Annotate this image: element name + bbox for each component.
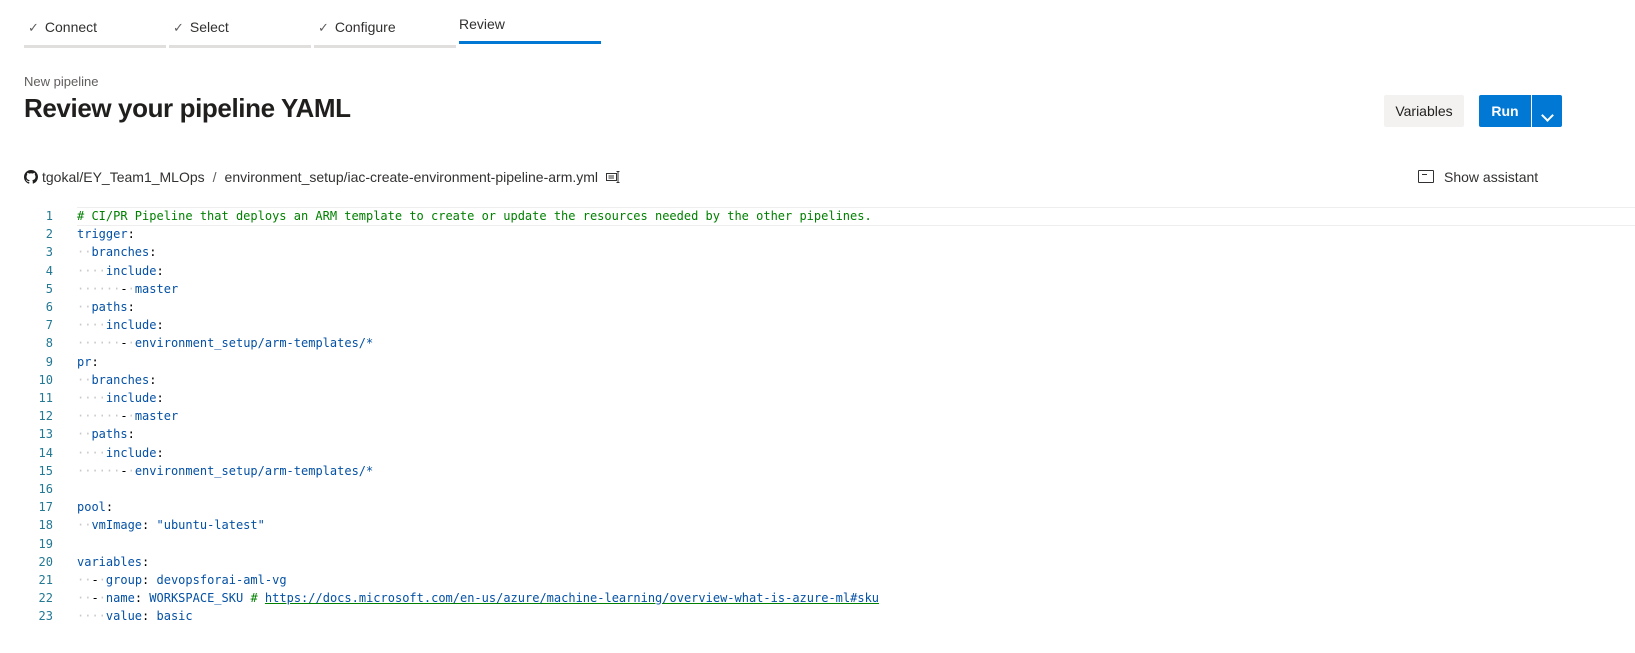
- code-text: ··paths:: [77, 300, 135, 314]
- line-number: 16: [38, 482, 53, 496]
- step-progress-bar: [459, 41, 601, 44]
- show-assistant-button[interactable]: Show assistant: [1418, 169, 1538, 185]
- line-number: 7: [45, 318, 53, 333]
- code-text: ····include:: [77, 391, 164, 405]
- step-review[interactable]: Review: [459, 0, 601, 48]
- step-progress-bar: [169, 45, 311, 48]
- line-number: 23: [38, 609, 53, 624]
- chevron-down-icon: [1540, 109, 1554, 122]
- file-path-bar: tgokal/EY_Team1_MLOps / environment_setup/…: [24, 169, 620, 189]
- checkmark-icon: ✓: [28, 20, 39, 35]
- code-text: ······-·master: [77, 409, 179, 424]
- code-text: ··branches:: [77, 372, 157, 387]
- code-line[interactable]: 5 ······-·master: [0, 280, 1635, 298]
- page-title: Review your pipeline YAML: [24, 93, 351, 123]
- page-subtitle: New pipeline: [24, 74, 99, 89]
- line-number: 13: [38, 427, 53, 442]
- step-label: Review: [459, 16, 505, 32]
- code-line[interactable]: 15 ······-·environment_setup/arm-template…: [0, 462, 1635, 480]
- code-line[interactable]: 7 ····include:: [0, 316, 1635, 334]
- code-line[interactable]: 4 ····include:: [0, 262, 1635, 280]
- code-line[interactable]: 23 ····value: basic: [0, 607, 1635, 625]
- show-assistant-label: Show assistant: [1444, 169, 1539, 185]
- code-line[interactable]: 13 ··paths:: [0, 425, 1635, 443]
- code-text: pool:: [77, 500, 114, 515]
- code-line[interactable]: 17 pool:: [0, 498, 1635, 516]
- code-line[interactable]: 2 trigger:: [0, 225, 1635, 243]
- code-line[interactable]: 20 variables:: [0, 553, 1635, 571]
- step-progress-bar: [314, 45, 456, 48]
- code-line[interactable]: 9 pr:: [0, 353, 1635, 371]
- code-text: ··-·group: devopsforai-aml-vg: [77, 573, 287, 587]
- line-number: 10: [38, 372, 53, 387]
- code-text: trigger:: [77, 227, 135, 242]
- line-number: 9: [45, 354, 53, 369]
- code-text: ····include:: [77, 263, 164, 278]
- step-progress-bar: [24, 45, 166, 48]
- code-text: ··branches:: [77, 245, 157, 260]
- code-text: ······-·master: [77, 281, 179, 296]
- code-line[interactable]: 19: [0, 535, 1635, 553]
- code-text: variables:: [77, 554, 150, 569]
- line-number: 21: [38, 573, 53, 587]
- step-label: Connect: [44, 19, 98, 35]
- file-path: environment_setup/iac-create-environment…: [224, 169, 599, 185]
- line-number: 17: [38, 500, 53, 515]
- code-line[interactable]: 10 ··branches:: [0, 371, 1635, 389]
- line-number: 2: [45, 227, 53, 242]
- step-select[interactable]: ✓ Select: [169, 0, 311, 48]
- code-text: ··vmImage: "ubuntu-latest": [77, 518, 265, 533]
- line-number: 8: [45, 336, 53, 351]
- line-number: 22: [38, 591, 53, 606]
- code-line[interactable]: 22 ··-·name: WORKSPACE_SKU # https://docs…: [0, 589, 1635, 607]
- code-line[interactable]: 16: [0, 480, 1635, 498]
- variables-button[interactable]: Variables: [1384, 95, 1464, 127]
- code-line[interactable]: 14 ····include:: [0, 444, 1635, 462]
- code-text: ··paths:: [77, 427, 135, 442]
- step-connect[interactable]: ✓ Connect: [24, 0, 166, 48]
- step-label: Select: [189, 19, 229, 35]
- line-number: 15: [38, 463, 53, 478]
- line-number: 3: [45, 245, 53, 260]
- code-text: pr:: [77, 354, 99, 369]
- step-label: Configure: [334, 19, 396, 35]
- step-configure[interactable]: ✓ Configure: [314, 0, 456, 48]
- checkmark-icon: ✓: [173, 20, 184, 35]
- code-line[interactable]: 6 ··paths:: [0, 298, 1635, 316]
- code-line[interactable]: 8 ······-·environment_setup/arm-templates…: [0, 334, 1635, 352]
- checkmark-icon: ✓: [318, 20, 329, 35]
- code-line[interactable]: 18 ··vmImage: "ubuntu-latest": [0, 516, 1635, 534]
- code-line[interactable]: 12 ······-·master: [0, 407, 1635, 425]
- code-text: # CI/PR Pipeline that deploys an ARM tem…: [77, 209, 872, 223]
- line-number: 12: [38, 409, 53, 424]
- line-number: 19: [38, 536, 53, 551]
- line-number: 11: [38, 391, 53, 405]
- code-line[interactable]: 3 ··branches:: [0, 243, 1635, 261]
- line-number: 18: [38, 518, 53, 533]
- line-number: 1: [45, 209, 53, 223]
- line-number: 6: [45, 300, 53, 314]
- panel-icon: [1418, 170, 1434, 183]
- line-number: 20: [38, 554, 53, 569]
- run-button[interactable]: Run: [1479, 95, 1531, 127]
- yaml-editor[interactable]: 1 # CI/PR Pipeline that deploys an ARM te…: [0, 206, 1635, 653]
- github-icon: [24, 170, 38, 184]
- path-separator: /: [212, 169, 217, 185]
- code-text: ······-·environment_setup/arm-templates/…: [77, 336, 374, 351]
- code-text: ······-·environment_setup/arm-templates/…: [77, 463, 374, 478]
- code-text: ····value: basic: [77, 609, 193, 624]
- code-text: ····include:: [77, 318, 164, 333]
- line-number: 14: [38, 445, 53, 460]
- line-number: 5: [45, 281, 53, 296]
- code-line[interactable]: 11 ····include:: [0, 389, 1635, 407]
- code-text: ····include:: [77, 445, 164, 460]
- code-line[interactable]: 1 # CI/PR Pipeline that deploys an ARM te…: [0, 207, 1635, 225]
- code-line[interactable]: 21 ··-·group: devopsforai-aml-vg: [0, 571, 1635, 589]
- line-number: 4: [45, 263, 53, 278]
- run-dropdown-button[interactable]: [1532, 95, 1562, 127]
- code-text: ··-·name: WORKSPACE_SKU # https://docs.m…: [77, 591, 880, 606]
- repo-link[interactable]: tgokal/EY_Team1_MLOps: [42, 169, 205, 185]
- rename-file-icon[interactable]: [606, 171, 620, 183]
